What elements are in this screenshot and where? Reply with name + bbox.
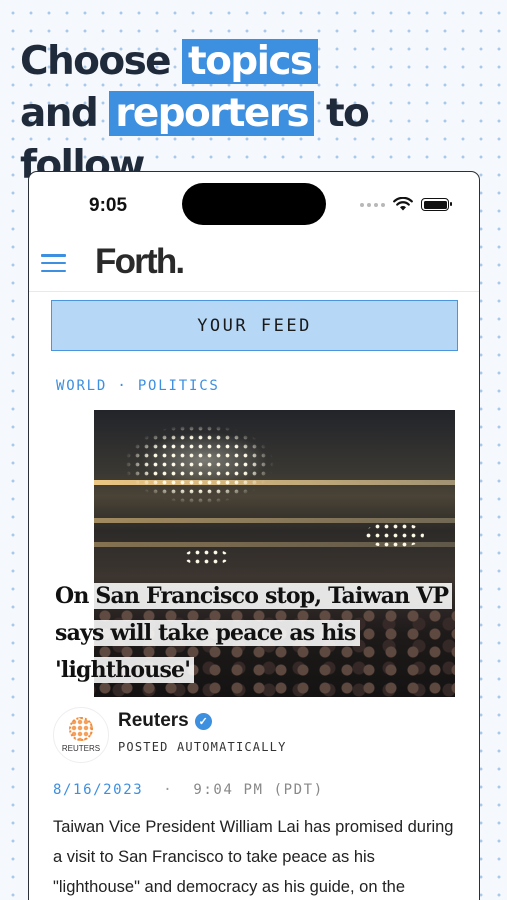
article-title[interactable]: On San Francisco stop, Taiwan VP says wi… bbox=[51, 578, 453, 689]
your-feed-button[interactable]: YOUR FEED bbox=[51, 300, 458, 351]
promo-highlight-reporters: reporters bbox=[109, 91, 314, 136]
article-meta: 8/16/2023 · 9:04 PM (PDT) bbox=[53, 782, 324, 798]
hamburger-menu-icon[interactable] bbox=[41, 254, 66, 272]
promo-word-and: and bbox=[20, 91, 99, 136]
promo-word-choose: Choose bbox=[20, 39, 172, 84]
reuters-logo-icon bbox=[69, 717, 93, 741]
dynamic-island bbox=[182, 183, 326, 225]
article-source[interactable]: REUTERS Reuters ✓ POSTED AUTOMATICALLY bbox=[53, 707, 453, 767]
promo-headline: Choose topics and reporters to follow bbox=[20, 36, 500, 192]
article-title-text[interactable]: On San Francisco stop, Taiwan VP says wi… bbox=[51, 583, 453, 683]
app-logo[interactable]: Forth. bbox=[95, 242, 185, 282]
article-time: 9:04 PM (PDT) bbox=[193, 782, 324, 798]
phone-frame: 9:05 Forth. YOUR FEED WORLD · POLITICS O… bbox=[28, 171, 480, 900]
source-subtitle: POSTED AUTOMATICALLY bbox=[118, 740, 287, 754]
status-icons bbox=[360, 197, 452, 212]
chandelier-decoration bbox=[124, 424, 274, 504]
source-name[interactable]: Reuters ✓ bbox=[118, 710, 212, 732]
signal-dots-icon bbox=[360, 202, 385, 207]
article-body[interactable]: Taiwan Vice President William Lai has pr… bbox=[53, 812, 463, 900]
wifi-icon bbox=[393, 197, 413, 211]
article-category[interactable]: WORLD · POLITICS bbox=[56, 378, 220, 394]
status-time: 9:05 bbox=[89, 195, 128, 216]
app-header: Forth. bbox=[29, 234, 479, 292]
promo-line-1: Choose topics bbox=[20, 36, 500, 88]
battery-icon bbox=[421, 198, 452, 211]
meta-separator: · bbox=[163, 782, 174, 798]
source-name-text[interactable]: Reuters bbox=[118, 710, 189, 732]
source-avatar[interactable]: REUTERS bbox=[53, 707, 109, 763]
article-date: 8/16/2023 bbox=[53, 782, 144, 798]
promo-highlight-topics: topics bbox=[182, 39, 318, 84]
verified-badge-icon: ✓ bbox=[194, 712, 212, 730]
source-logo-text: REUTERS bbox=[61, 744, 101, 753]
